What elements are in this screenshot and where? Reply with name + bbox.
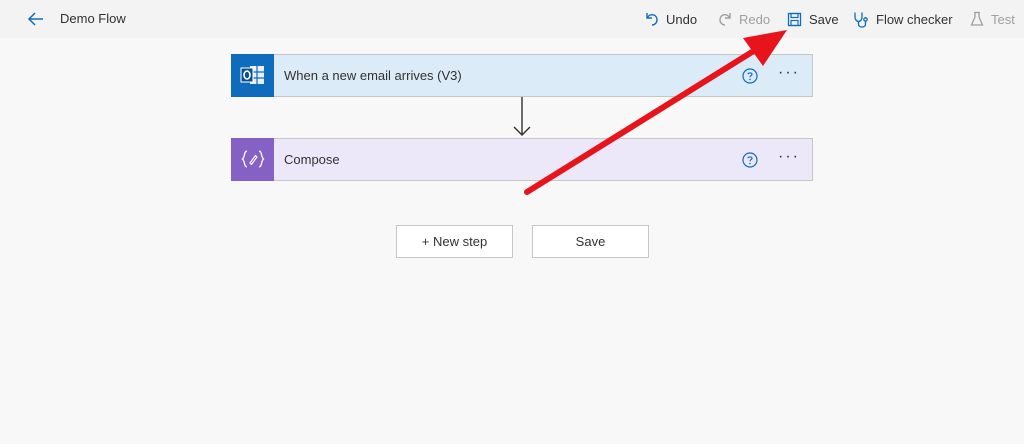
save-icon xyxy=(787,12,802,26)
redo-label: Redo xyxy=(739,11,771,27)
stethoscope-icon xyxy=(854,12,868,28)
save-command-button[interactable]: Save xyxy=(787,9,839,29)
redo-button[interactable]: Redo xyxy=(718,9,770,29)
compose-icon xyxy=(231,137,274,181)
compose-step-card[interactable]: Compose ··· xyxy=(231,137,813,181)
more-options-icon[interactable]: ··· xyxy=(778,64,800,84)
outlook-icon xyxy=(231,53,274,97)
back-arrow-icon[interactable] xyxy=(26,9,46,29)
flow-checker-button[interactable]: Flow checker xyxy=(853,9,953,29)
flask-icon xyxy=(970,11,984,26)
trigger-step-card[interactable]: When a new email arrives (V3) ··· xyxy=(231,53,813,97)
save-button[interactable]: Save xyxy=(532,225,649,258)
undo-label: Undo xyxy=(666,11,698,27)
redo-icon xyxy=(719,13,731,26)
help-icon[interactable] xyxy=(742,151,758,168)
test-button[interactable]: Test xyxy=(970,9,1015,29)
compose-step-label: Compose xyxy=(284,152,340,167)
test-label: Test xyxy=(991,11,1015,27)
more-options-icon[interactable]: ··· xyxy=(778,148,800,168)
save-command-label: Save xyxy=(809,11,839,27)
flow-checker-label: Flow checker xyxy=(876,11,953,27)
command-bar: Demo Flow Undo Redo Save Flow checker Te… xyxy=(0,0,1024,38)
help-icon[interactable] xyxy=(742,67,758,84)
new-step-button[interactable]: + New step xyxy=(396,225,513,258)
connector-arrow-icon xyxy=(513,97,531,136)
undo-button[interactable]: Undo xyxy=(645,9,697,29)
undo-icon xyxy=(646,13,658,26)
trigger-step-label: When a new email arrives (V3) xyxy=(284,68,462,83)
flow-title: Demo Flow xyxy=(60,11,126,26)
